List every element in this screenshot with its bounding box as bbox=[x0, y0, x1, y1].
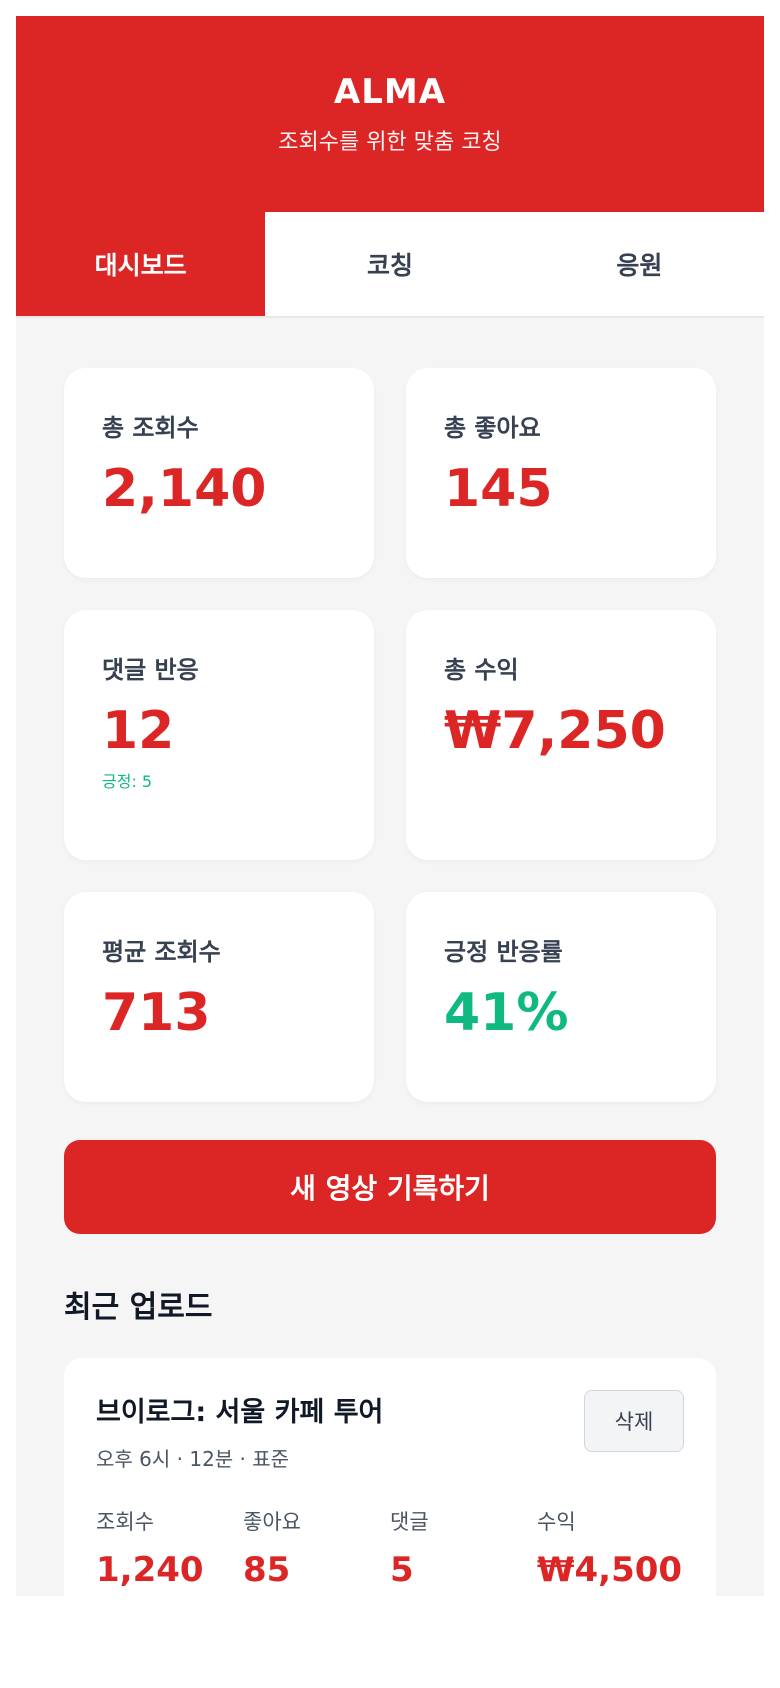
app-container: ALMA 조회수를 위한 맞춤 코칭 대시보드 코칭 응원 총 조회수 2,14… bbox=[16, 16, 764, 1596]
stat-card-total-views: 총 조회수 2,140 bbox=[64, 368, 374, 578]
stat-label: 총 수익 bbox=[444, 656, 519, 684]
upload-card[interactable]: 브이로그: 서울 카페 투어 오후 6시 · 12분 · 표준 삭제 조회수 1… bbox=[64, 1358, 716, 1596]
upload-stat-value: 85 bbox=[243, 1550, 291, 1590]
upload-stat-value: ₩4,500 bbox=[537, 1550, 683, 1590]
upload-stat-revenue: 수익 ₩4,500 bbox=[537, 1506, 684, 1590]
stat-card-total-likes: 총 좋아요 145 bbox=[406, 368, 716, 578]
upload-stat-comments: 댓글 5 bbox=[390, 1506, 537, 1590]
tab-coaching[interactable]: 코칭 bbox=[265, 212, 514, 316]
upload-stat-label: 조회수 bbox=[96, 1510, 154, 1534]
stat-card-comments: 댓글 반응 12 긍정: 5 bbox=[64, 610, 374, 860]
upload-stat-label: 좋아요 bbox=[243, 1510, 301, 1534]
stat-card-positive-rate: 긍정 반응률 41% bbox=[406, 892, 716, 1102]
upload-stat-views: 조회수 1,240 bbox=[96, 1506, 243, 1590]
stat-value: 2,140 bbox=[102, 459, 267, 519]
stat-card-avg-views: 평균 조회수 713 bbox=[64, 892, 374, 1102]
stat-label: 평균 조회수 bbox=[102, 938, 221, 966]
delete-button[interactable]: 삭제 bbox=[584, 1390, 684, 1452]
stat-value: ₩7,250 bbox=[444, 701, 666, 761]
tab-cheer[interactable]: 응원 bbox=[515, 212, 764, 316]
stat-label: 총 좋아요 bbox=[444, 414, 541, 442]
upload-stat-label: 댓글 bbox=[390, 1510, 429, 1534]
upload-stat-value: 5 bbox=[390, 1550, 414, 1590]
app-title: ALMA bbox=[333, 72, 447, 112]
upload-stat-value: 1,240 bbox=[96, 1550, 204, 1590]
record-new-video-button[interactable]: 새 영상 기록하기 bbox=[64, 1140, 716, 1234]
recent-uploads-title: 최근 업로드 bbox=[64, 1290, 213, 1325]
stat-card-revenue: 총 수익 ₩7,250 bbox=[406, 610, 716, 860]
positive-note: 긍정: 5 bbox=[102, 772, 153, 792]
stat-label: 댓글 반응 bbox=[102, 656, 199, 684]
stat-value: 12 bbox=[102, 701, 175, 761]
tab-dashboard[interactable]: 대시보드 bbox=[16, 212, 266, 316]
stat-value: 41% bbox=[444, 983, 569, 1043]
app-header: ALMA 조회수를 위한 맞춤 코칭 bbox=[16, 16, 764, 212]
stat-label: 긍정 반응률 bbox=[444, 938, 563, 966]
upload-stats: 조회수 1,240 좋아요 85 댓글 5 수익 ₩4,500 bbox=[96, 1506, 684, 1590]
stat-label: 총 조회수 bbox=[102, 414, 199, 442]
stats-grid: 총 조회수 2,140 총 좋아요 145 댓글 반응 12 긍정: 5 총 수… bbox=[16, 318, 764, 1134]
stat-value: 713 bbox=[102, 983, 211, 1043]
tab-bar: 대시보드 코칭 응원 bbox=[16, 212, 764, 318]
upload-stat-likes: 좋아요 85 bbox=[243, 1506, 390, 1590]
upload-stat-label: 수익 bbox=[537, 1510, 576, 1534]
stat-value: 145 bbox=[444, 459, 553, 519]
app-subtitle: 조회수를 위한 맞춤 코칭 bbox=[278, 130, 502, 155]
